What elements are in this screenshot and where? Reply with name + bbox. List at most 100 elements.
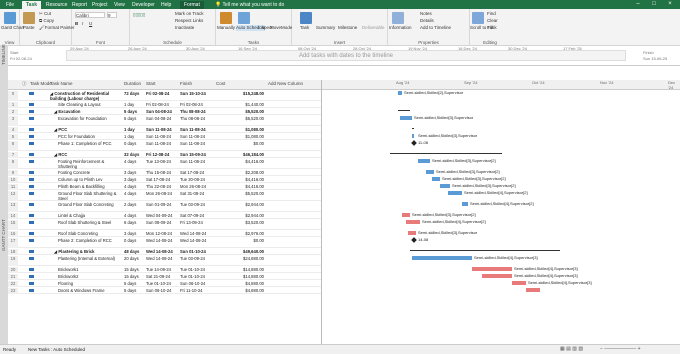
task-mode-header[interactable]: Task Mode — [30, 81, 52, 86]
tab-format[interactable]: Format — [180, 1, 204, 9]
start-cell[interactable]: Sun 01-09-24 — [146, 202, 180, 207]
timeline[interactable]: Start Fri 02-08-24 Finish Sun 15-06-25 2… — [8, 46, 680, 66]
finish-cell[interactable]: Fri 02-08-24 — [180, 102, 214, 107]
start-cell[interactable]: Sun 11-08-24 — [146, 134, 180, 139]
table-row[interactable]: 3 Excavation for Foundation 5 days Sun 04-0… — [8, 115, 321, 126]
task-name-cell[interactable]: Ground Floor Slab Shuttering & Steel — [58, 191, 120, 201]
find-button[interactable]: Find — [487, 11, 496, 17]
insert-task-button[interactable]: Task — [300, 25, 309, 31]
tab-resource[interactable]: Resource — [42, 1, 71, 9]
tab-project[interactable]: Project — [88, 1, 112, 9]
cost-cell[interactable]: $4,416.00 — [216, 177, 264, 182]
summary-button[interactable]: Summary — [316, 25, 335, 31]
task-name-cell[interactable]: Phase 2: Completion of RCC — [58, 238, 120, 243]
table-row[interactable]: 4 ◢ PCC 1 day Sun 11-08-24 Sun 11-08-24 $1,08… — [8, 126, 321, 133]
duration-cell[interactable]: 6 days — [124, 220, 146, 225]
start-cell[interactable]: Tue 14-09-24 — [146, 267, 180, 272]
cost-cell[interactable]: $24,880.00 — [216, 256, 264, 261]
cost-cell[interactable]: $4,416.00 — [216, 184, 264, 189]
scroll-to-task-icon[interactable] — [472, 12, 484, 24]
details-button[interactable]: Details — [420, 18, 434, 24]
cost-cell[interactable]: $4,880.00 — [216, 288, 264, 293]
cost-cell[interactable]: $49,640.00 — [216, 249, 264, 254]
cost-cell[interactable]: $46,184.00 — [216, 152, 264, 157]
cost-cell[interactable]: $4,880.00 — [216, 281, 264, 286]
task-name-cell[interactable]: Footing Concrete — [58, 170, 120, 175]
cost-cell[interactable]: $1,440.00 — [216, 102, 264, 107]
info-column-header[interactable]: ⓘ — [22, 81, 27, 87]
cost-cell[interactable]: $15,248.00 — [216, 91, 264, 96]
task-bar[interactable] — [412, 256, 472, 260]
duration-cell[interactable]: 48 days — [124, 249, 146, 254]
mode-button[interactable]: Mode — [281, 25, 292, 31]
duration-cell[interactable]: 5 days — [124, 109, 146, 114]
milestone-diamond[interactable] — [411, 140, 417, 146]
duration-cell[interactable]: 32 days — [124, 152, 146, 157]
table-row[interactable]: 8 Footing Reinforcement & Shuttering 4 day… — [8, 158, 321, 169]
cost-cell[interactable]: $14,880.00 — [216, 274, 264, 279]
start-cell[interactable]: Tue 01-10-24 — [146, 281, 180, 286]
duration-cell[interactable]: 4 days — [124, 184, 146, 189]
task-name-cell[interactable]: Site Cleaning & Layout — [58, 102, 120, 107]
task-name-cell[interactable]: Doors & Windows Frame — [58, 288, 120, 293]
task-name-header[interactable]: Task Name — [50, 81, 73, 86]
task-bar[interactable] — [472, 267, 512, 271]
finish-cell[interactable]: Tue 20-08-24 — [180, 177, 214, 182]
table-row[interactable]: 15 Roof Slab Shuttering & Steel 6 days Sun … — [8, 219, 321, 230]
task-bar[interactable] — [482, 274, 512, 278]
finish-cell[interactable]: Sat 07-09-24 — [180, 213, 214, 218]
duration-cell[interactable]: 4 days — [124, 159, 146, 164]
start-header[interactable]: Start — [146, 81, 156, 86]
finish-cell[interactable]: Sun 11-08-24 — [180, 127, 214, 132]
duration-cell[interactable]: 5 days — [124, 281, 146, 286]
task-name-cell[interactable]: Phase 1: Completion of PCC — [58, 141, 120, 146]
duration-cell[interactable]: 20 days — [124, 256, 146, 261]
finish-header[interactable]: Finish — [180, 81, 192, 86]
task-bar[interactable] — [408, 231, 416, 235]
cost-cell[interactable]: $14,880.00 — [216, 267, 264, 272]
milestone-button[interactable]: Milestone — [338, 25, 357, 31]
start-cell[interactable]: Sun 11-08-24 — [146, 141, 180, 146]
finish-cell[interactable]: Tue 03-09-24 — [180, 256, 214, 261]
task-name-cell[interactable]: Brickwork1 — [58, 267, 120, 272]
table-row[interactable]: 22 Flooring 5 days Tue 01-10-24 Sun 06-10-24… — [8, 280, 321, 287]
start-cell[interactable]: Tue 13-08-24 — [146, 159, 180, 164]
underline-button[interactable]: U — [89, 21, 92, 27]
task-name-cell[interactable]: Plinth Beam & Backfilling — [58, 184, 120, 189]
cost-cell[interactable]: $2,976.00 — [216, 231, 264, 236]
zoom-slider[interactable]: − ───────── + — [600, 346, 641, 352]
timeline-bar[interactable]: Add tasks with dates to the timeline — [66, 50, 626, 61]
duration-cell[interactable]: 3 days — [124, 177, 146, 182]
duration-cell[interactable]: 5 days — [124, 116, 146, 121]
start-cell[interactable]: Wed 14-08-24 — [146, 238, 180, 243]
duration-cell[interactable]: 15 days — [124, 267, 146, 272]
table-row[interactable]: 13 Ground Floor Slab Concreting 2 days Sun … — [8, 201, 321, 212]
cost-header[interactable]: Cost — [216, 81, 225, 86]
duration-header[interactable]: Duration — [124, 81, 141, 86]
task-name-cell[interactable]: ◢ PCC — [54, 127, 120, 132]
finish-cell[interactable]: Tue 01-10-24 — [180, 274, 214, 279]
table-row[interactable]: 5 PCC for Foundation 1 day Sun 11-08-24 Sun … — [8, 133, 321, 140]
finish-cell[interactable]: Sun 06-10-24 — [180, 281, 214, 286]
cost-cell[interactable]: $5,520.00 — [216, 191, 264, 196]
cost-cell[interactable]: $4,416.00 — [216, 159, 264, 164]
start-cell[interactable]: Wed 14-08-24 — [146, 256, 180, 261]
table-row[interactable]: 2 ◢ Excavation 5 days Sun 04-08-24 Thu 08-08… — [8, 108, 321, 115]
task-icon[interactable] — [300, 12, 312, 24]
task-bar[interactable] — [398, 91, 402, 95]
tell-me-box[interactable]: 💡 Tell me what you want to do — [215, 1, 284, 9]
tab-task[interactable]: Task — [22, 1, 42, 9]
start-cell[interactable]: Sun 08-09-24 — [146, 220, 180, 225]
inactivate-button[interactable]: Inactivate — [175, 25, 194, 31]
start-cell[interactable]: Fri 02-08-24 — [146, 102, 180, 107]
cost-cell[interactable]: $2,944.00 — [216, 213, 264, 218]
start-cell[interactable]: Sat 17-08-24 — [146, 177, 180, 182]
finish-cell[interactable]: Thu 08-08-24 — [180, 109, 214, 114]
finish-cell[interactable]: Sun 11-08-24 — [180, 134, 214, 139]
view-shortcuts[interactable]: ▦ ▤ ▥ ▧ — [560, 346, 583, 352]
table-row[interactable]: 6 Phase 1: Completion of PCC 0 days Sun 11-… — [8, 140, 321, 151]
deliverable-button[interactable]: Deliverable — [362, 25, 385, 31]
task-bar[interactable] — [400, 116, 412, 120]
table-row[interactable]: 18 ◢ Plastering & Brick 48 days Wed 14-08-2… — [8, 248, 321, 255]
add-to-timeline-button[interactable]: Add to Timeline — [420, 25, 451, 31]
